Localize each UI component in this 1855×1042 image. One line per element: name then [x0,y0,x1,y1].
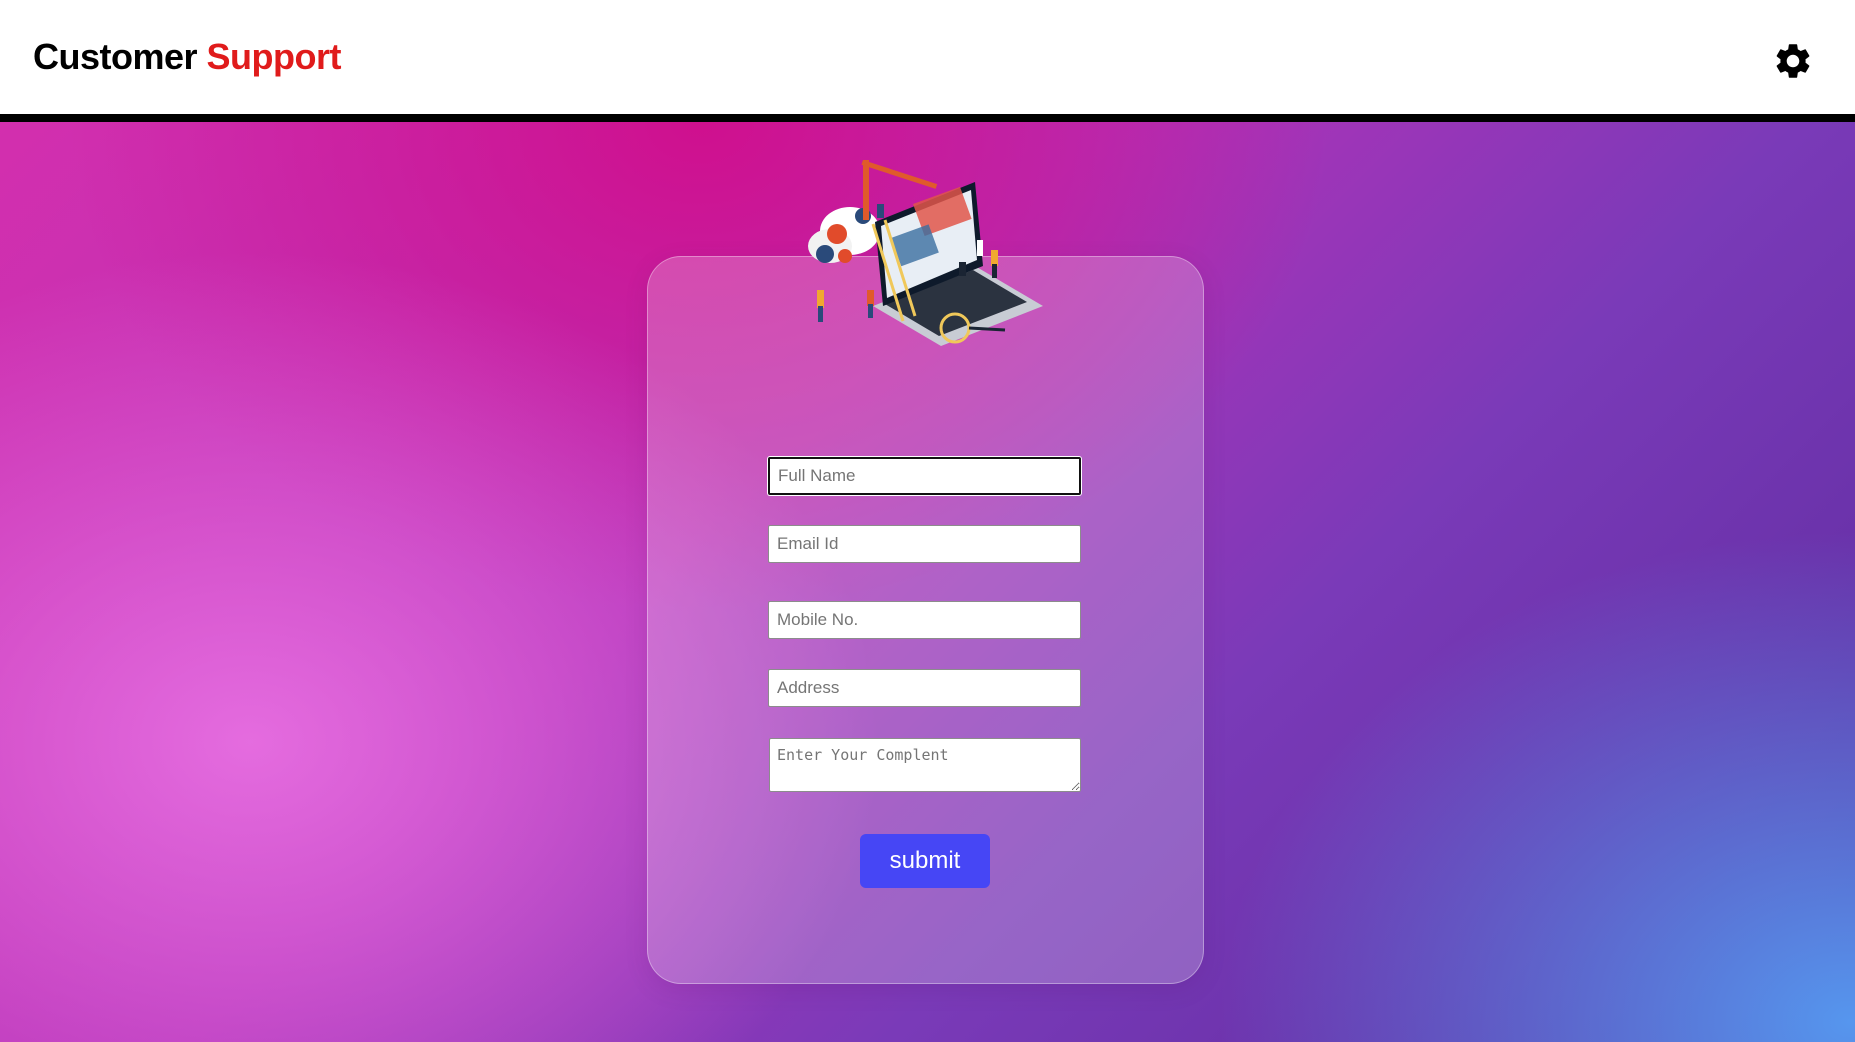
app-title: Customer Support [33,36,342,78]
address-input[interactable] [768,669,1081,707]
mobile-input[interactable] [768,601,1081,639]
complaint-textarea[interactable] [769,738,1081,792]
page: Customer Support Full Name Email Id Mobi… [0,0,1855,1042]
app-title-part1: Customer [33,36,198,77]
header-bar: Customer Support [0,0,1855,122]
gear-icon[interactable] [1772,40,1814,82]
laptop-construction-illustration [808,160,1043,346]
email-input[interactable] [768,525,1081,563]
submit-button[interactable]: submit [860,834,990,888]
full-name-input[interactable] [768,457,1081,495]
app-title-part2: Support [206,36,342,77]
